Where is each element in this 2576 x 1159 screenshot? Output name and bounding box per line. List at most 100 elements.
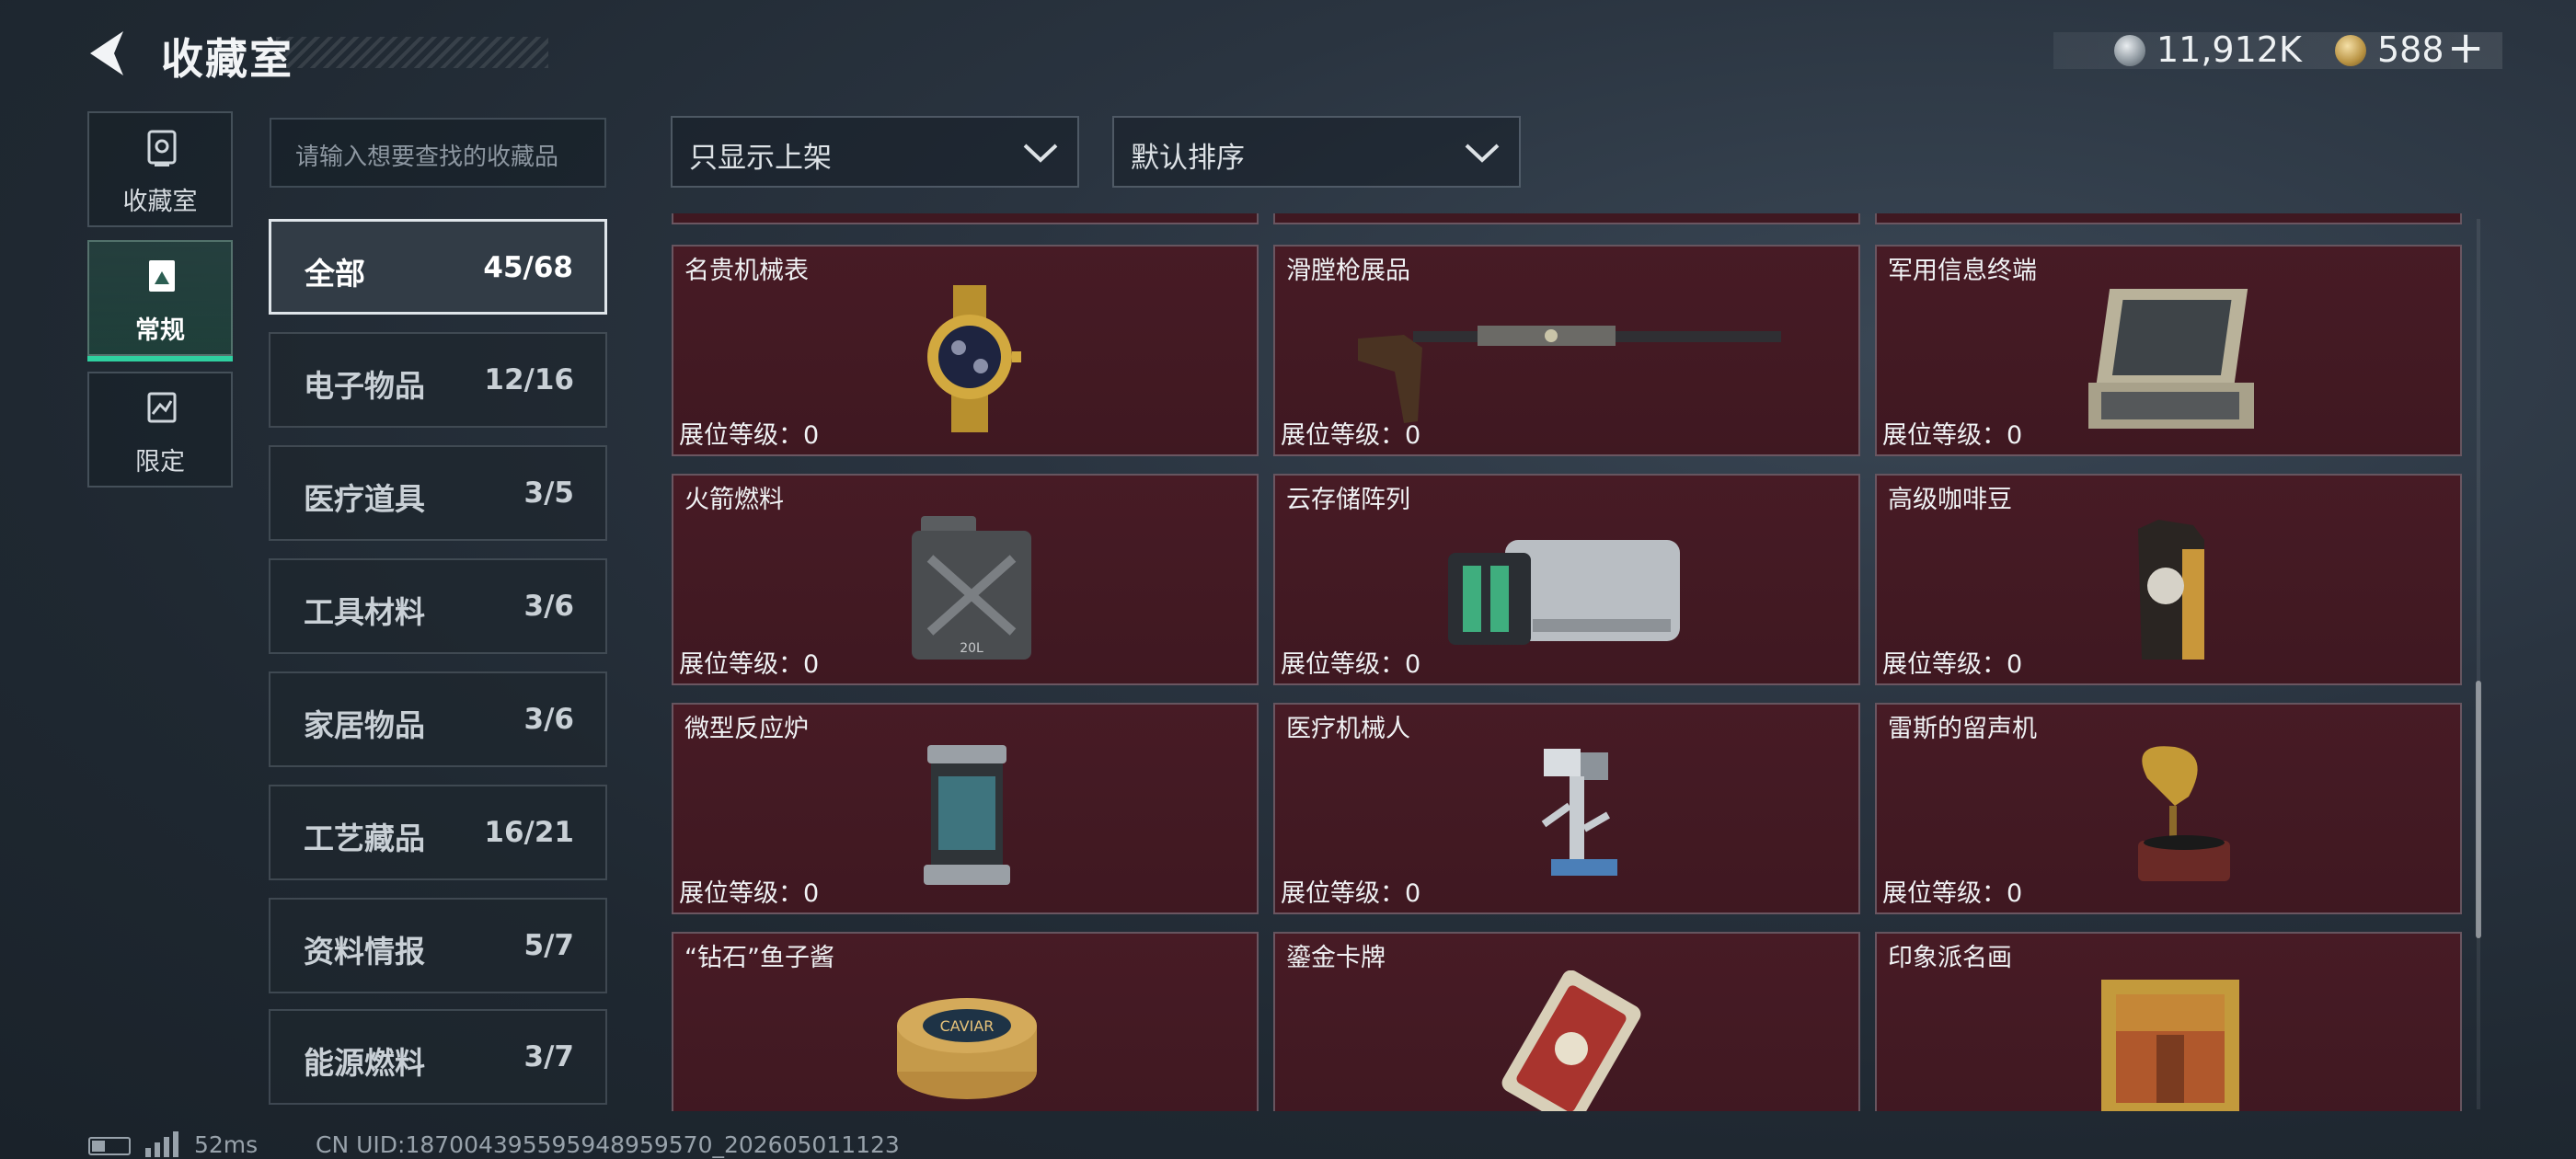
tab-label: 限定 xyxy=(135,448,185,476)
search-input[interactable]: 请输入想要查找的收藏品 xyxy=(270,118,606,188)
item-name: “钻石”鱼子酱 xyxy=(684,944,834,972)
category-energy[interactable]: 能源燃料 3/7 xyxy=(269,1009,607,1105)
category-count: 3/5 xyxy=(523,476,574,510)
category-label: 医疗道具 xyxy=(304,481,425,517)
tab-label: 收藏室 xyxy=(122,188,198,216)
item-name: 雷斯的留声机 xyxy=(1888,715,2037,743)
item-card[interactable]: 鎏金卡牌 xyxy=(1273,932,1860,1111)
item-name: 微型反应炉 xyxy=(684,715,809,743)
category-label: 能源燃料 xyxy=(304,1045,425,1081)
shelf-filter-dropdown[interactable]: 只显示上架 xyxy=(671,116,1079,188)
exhibit-level: 展位等级：0 xyxy=(679,650,820,679)
category-count: 3/7 xyxy=(523,1040,574,1073)
fuel-can-icon: 20L xyxy=(912,516,1031,660)
back-arrow-icon[interactable] xyxy=(83,26,138,81)
ping-text: 52ms xyxy=(194,1131,259,1158)
reactor-icon xyxy=(924,745,1010,885)
coffee-bag-icon xyxy=(2138,520,2204,660)
watch-icon xyxy=(927,285,1021,432)
chevron-down-icon xyxy=(1023,143,1058,163)
category-tools[interactable]: 工具材料 3/6 xyxy=(269,558,607,654)
item-name: 名贵机械表 xyxy=(684,257,809,285)
exhibit-level: 展位等级：0 xyxy=(1281,650,1421,679)
gramophone-icon xyxy=(2138,746,2230,881)
gold-amount: 588 xyxy=(2377,29,2444,70)
item-name: 高级咖啡豆 xyxy=(1888,486,2012,514)
exhibit-icon xyxy=(149,260,175,292)
exhibit-level: 展位等级：0 xyxy=(1281,421,1421,450)
item-name: 云存储阵列 xyxy=(1286,486,1410,514)
category-label: 资料情报 xyxy=(304,934,425,970)
item-name: 印象派名画 xyxy=(1888,944,2012,972)
category-label: 工具材料 xyxy=(304,594,425,630)
category-household[interactable]: 家居物品 3/6 xyxy=(269,671,607,767)
tab-label: 常规 xyxy=(135,316,185,345)
category-medical[interactable]: 医疗道具 3/5 xyxy=(269,445,607,541)
item-card[interactable]: 雷斯的留声机 展位等级：0 xyxy=(1875,703,2462,914)
musket-icon xyxy=(1358,326,1781,423)
item-card[interactable]: 名贵机械表 展位等级：0 xyxy=(672,245,1259,456)
item-card[interactable]: 滑膛枪展品 展位等级：0 xyxy=(1273,245,1860,456)
item-card[interactable]: 火箭燃料 20L 展位等级：0 xyxy=(672,474,1259,685)
exhibit-level: 展位等级：0 xyxy=(679,879,820,908)
category-count: 12/16 xyxy=(484,363,574,396)
item-card[interactable]: 微型反应炉 展位等级：0 xyxy=(672,703,1259,914)
exhibit-level: 展位等级：0 xyxy=(1882,650,2023,679)
signal-icon xyxy=(145,1131,178,1157)
item-card[interactable]: 高级咖啡豆 展位等级：0 xyxy=(1875,474,2462,685)
item-card[interactable] xyxy=(672,213,1259,224)
item-card[interactable]: 军用信息终端 展位等级：0 xyxy=(1875,245,2462,456)
category-crafts[interactable]: 工艺藏品 16/21 xyxy=(269,785,607,880)
item-name: 火箭燃料 xyxy=(684,486,784,514)
medical-robot-icon xyxy=(1541,749,1617,876)
category-label: 家居物品 xyxy=(304,707,425,743)
scrollbar-track[interactable] xyxy=(2477,219,2480,1109)
tab-collection-room[interactable]: 收藏室 xyxy=(87,111,233,227)
sort-dropdown[interactable]: 默认排序 xyxy=(1112,116,1521,188)
category-label: 电子物品 xyxy=(304,368,425,404)
exhibit-level: 展位等级：0 xyxy=(1882,421,2023,450)
silver-amount: 11,912K xyxy=(2156,29,2302,70)
caviar-label: CAVIAR xyxy=(940,1017,995,1035)
category-intel[interactable]: 资料情报 5/7 xyxy=(269,898,607,993)
storage-array-icon xyxy=(1448,540,1680,645)
tab-limited[interactable]: 限定 xyxy=(87,372,233,488)
vault-icon xyxy=(147,130,177,166)
scrollbar-thumb[interactable] xyxy=(2476,681,2481,938)
silver-coin-icon xyxy=(2114,35,2145,66)
title-decoration xyxy=(276,37,548,68)
caviar-tin-icon: CAVIAR xyxy=(897,998,1037,1099)
item-card[interactable]: 云存储阵列 展位等级：0 xyxy=(1273,474,1860,685)
chevron-down-icon xyxy=(1465,143,1500,163)
item-name: 医疗机械人 xyxy=(1286,715,1410,743)
item-card[interactable]: “钻石”鱼子酱 CAVIAR xyxy=(672,932,1259,1111)
shelf-filter-value: 只显示上架 xyxy=(689,142,832,175)
item-name: 军用信息终端 xyxy=(1888,257,2037,285)
category-count: 16/21 xyxy=(484,816,574,849)
gold-coin-icon xyxy=(2335,35,2366,66)
collection-grid: 名贵机械表 展位等级：0 滑膛枪展品 展位等级：0 军用信息终端 展位等级：0 … xyxy=(670,213,2464,1111)
sort-value: 默认排序 xyxy=(1131,142,1245,175)
tab-regular[interactable]: 常规 xyxy=(87,240,233,361)
exhibit-level: 展位等级：0 xyxy=(679,421,820,450)
item-name: 滑膛枪展品 xyxy=(1286,257,1410,285)
fuel-can-label: 20L xyxy=(960,641,983,656)
limited-icon xyxy=(147,392,177,423)
category-count: 3/6 xyxy=(523,703,574,736)
item-card[interactable] xyxy=(1273,213,1860,224)
item-card[interactable]: 医疗机械人 展位等级：0 xyxy=(1273,703,1860,914)
page-title: 收藏室 xyxy=(161,34,293,84)
item-card[interactable] xyxy=(1875,213,2462,224)
category-label: 工艺藏品 xyxy=(304,820,425,856)
category-electronics[interactable]: 电子物品 12/16 xyxy=(269,332,607,428)
terminal-icon xyxy=(2088,289,2254,429)
add-currency-button[interactable]: + xyxy=(2447,22,2484,74)
category-all[interactable]: 全部 45/68 xyxy=(269,219,607,315)
category-count: 3/6 xyxy=(523,590,574,623)
battery-icon xyxy=(88,1137,131,1155)
exhibit-level: 展位等级：0 xyxy=(1882,879,2023,908)
item-card[interactable]: 印象派名画 xyxy=(1875,932,2462,1111)
uid-text: CN UID:1870043955959489595​70_2026050111… xyxy=(316,1131,900,1158)
category-label: 全部 xyxy=(305,256,365,292)
category-count: 45/68 xyxy=(483,251,573,284)
